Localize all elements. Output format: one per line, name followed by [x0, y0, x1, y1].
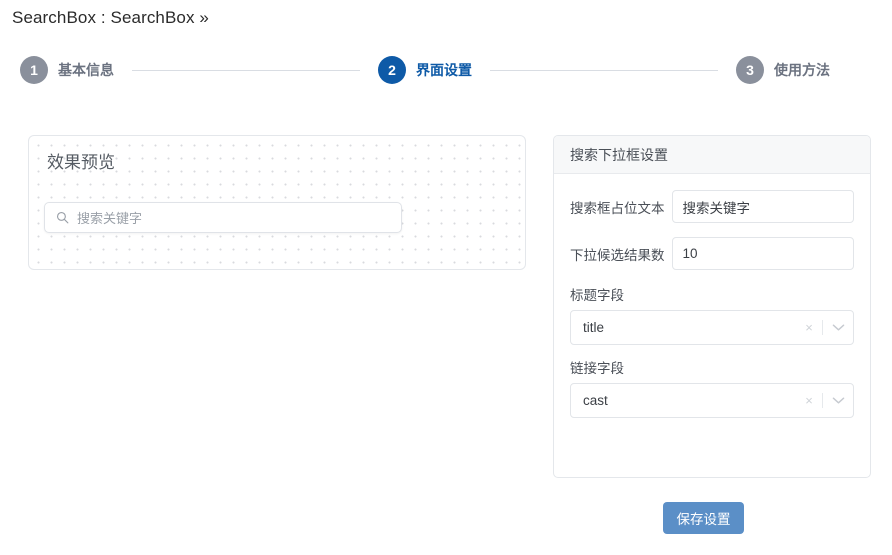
settings-card-body: 搜索框占位文本 搜索关键字 下拉候选结果数 10 标题字段 title × 链接… [554, 174, 870, 418]
placeholder-text-label: 搜索框占位文本 [570, 200, 665, 216]
title-field-clear-icon[interactable]: × [796, 321, 822, 334]
title-field-label: 标题字段 [570, 288, 624, 303]
preview-panel: 效果预览 搜索关键字 [28, 135, 526, 270]
step-connector-1 [132, 69, 360, 71]
title-field-value: title [583, 320, 605, 335]
step-2-label: 界面设置 [416, 62, 472, 78]
preview-search-placeholder: 搜索关键字 [77, 211, 143, 226]
placeholder-text-input[interactable]: 搜索关键字 [671, 190, 854, 223]
step-1-number: 1 [20, 56, 48, 84]
result-count-label: 下拉候选结果数 [570, 247, 665, 263]
link-field-label: 链接字段 [570, 361, 624, 376]
step-3-label: 使用方法 [774, 62, 830, 78]
step-connector-2 [490, 69, 718, 71]
step-3-usage[interactable]: 3 使用方法 [736, 56, 830, 84]
search-dropdown-settings-card: 搜索下拉框设置 搜索框占位文本 搜索关键字 下拉候选结果数 10 标题字段 ti… [553, 135, 871, 478]
step-3-number: 3 [736, 56, 764, 84]
link-field-value: cast [583, 393, 608, 408]
step-1-basic-info[interactable]: 1 基本信息 [20, 56, 114, 84]
field-title-field: 标题字段 title × [570, 284, 854, 345]
step-1-label: 基本信息 [58, 62, 114, 78]
title-field-select[interactable]: title × [570, 310, 854, 345]
link-field-clear-icon[interactable]: × [796, 394, 822, 407]
link-field-select[interactable]: cast × [570, 383, 854, 418]
field-placeholder-text: 搜索框占位文本 搜索关键字 [570, 190, 854, 223]
settings-card-header: 搜索下拉框设置 [554, 136, 870, 174]
field-result-count: 下拉候选结果数 10 [570, 237, 854, 270]
step-indicator: 1 基本信息 2 界面设置 3 使用方法 [20, 52, 830, 88]
save-settings-button[interactable]: 保存设置 [663, 502, 744, 534]
main-content: 效果预览 搜索关键字 搜索下拉框设置 搜索框占位文本 搜索关键字 下拉候选结果数… [0, 118, 892, 555]
search-icon [56, 211, 69, 224]
step-2-interface-settings[interactable]: 2 界面设置 [378, 56, 472, 84]
field-link-field: 链接字段 cast × [570, 357, 854, 418]
result-count-input[interactable]: 10 [671, 237, 854, 270]
breadcrumb: SearchBox : SearchBox » [12, 8, 209, 27]
step-2-number: 2 [378, 56, 406, 84]
chevron-down-icon[interactable] [823, 396, 853, 405]
preview-title: 效果预览 [47, 153, 115, 172]
preview-search-input[interactable]: 搜索关键字 [44, 202, 402, 233]
chevron-down-icon[interactable] [823, 323, 853, 332]
settings-card-title: 搜索下拉框设置 [570, 146, 668, 163]
